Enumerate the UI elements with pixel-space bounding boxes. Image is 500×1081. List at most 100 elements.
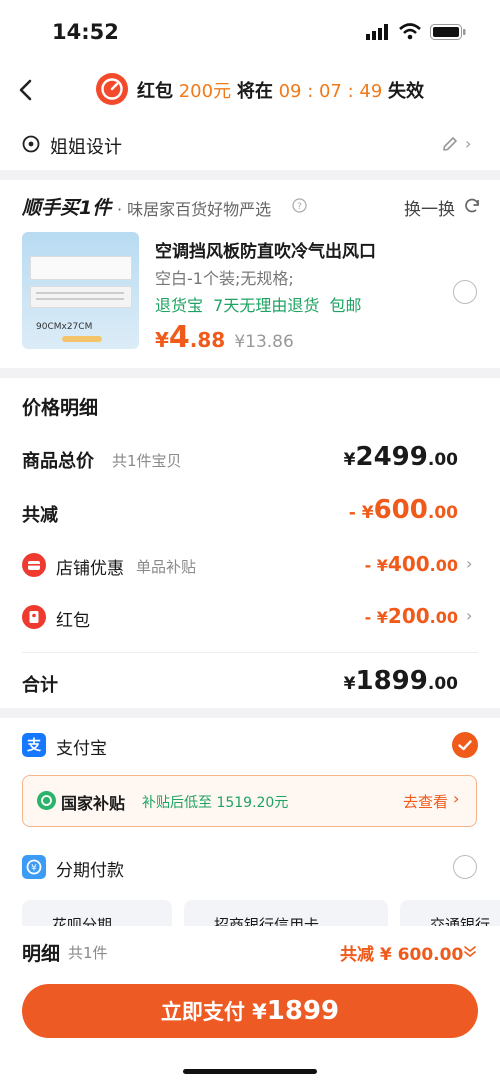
installment-radio[interactable] <box>453 855 477 879</box>
header: 红包 200元 将在 09 : 07 : 49 失效 <box>0 62 500 122</box>
promo-brand: 顺手买1件 <box>22 197 112 219</box>
address-name: 姐姐设计 <box>50 137 122 158</box>
sum-price: ¥1899.00 <box>344 666 458 696</box>
back-icon[interactable] <box>17 78 35 102</box>
total-int: 2499 <box>355 442 428 472</box>
redpacket-prefix: - ¥ <box>364 608 388 627</box>
svg-text:¥: ¥ <box>31 864 37 874</box>
redpacket-label: 红包 <box>56 611 90 631</box>
installment-option[interactable]: ¥ 分期付款 <box>0 850 500 886</box>
price-symbol: ¥ <box>155 328 169 352</box>
location-icon <box>22 135 40 153</box>
subsidy-text: 补贴后低至 1519.20元 <box>142 795 289 811</box>
redpacket-icon <box>22 605 46 629</box>
discount-int: 600 <box>373 495 428 525</box>
product-price: ¥4.88 ¥13.86 <box>155 320 294 355</box>
product-service: 退货宝 7天无理由退货 包邮 <box>155 296 362 315</box>
store-note: 单品补贴 <box>136 558 197 576</box>
subsidy-icon <box>37 791 56 810</box>
pay-prefix: 立即支付 ¥ <box>160 1000 267 1024</box>
total-note: 共1件宝贝 <box>112 452 182 470</box>
discount-prefix: - ¥ <box>348 503 374 523</box>
sum-dec: .00 <box>427 674 458 694</box>
footer-discount[interactable]: 共减 ¥ 600.00 <box>340 940 463 965</box>
price-int: 4 <box>168 320 190 355</box>
total-dec: .00 <box>427 450 458 470</box>
price-detail-title: 价格明细 <box>22 397 99 419</box>
refresh-icon[interactable] <box>463 197 481 215</box>
subsidy-link[interactable]: 去查看 <box>403 791 448 812</box>
timer-icon <box>95 72 129 106</box>
discount-dec: .00 <box>427 503 458 523</box>
store-dec: .00 <box>429 556 458 575</box>
countdown-banner: 红包 200元 将在 09 : 07 : 49 失效 <box>137 77 424 103</box>
status-time: 14:52 <box>52 20 119 44</box>
banner-countdown: 09 : 07 : 49 <box>278 81 383 102</box>
product-title[interactable]: 空调挡风板防直吹冷气出风口 <box>155 237 376 262</box>
svg-text:支: 支 <box>26 737 42 754</box>
store-label: 店铺优惠 <box>56 559 124 579</box>
status-bar: 14:52 <box>0 0 500 62</box>
divider <box>22 652 478 653</box>
subsidy-label: 国家补贴 <box>61 794 126 813</box>
battery-icon <box>430 24 466 40</box>
store-discount-row[interactable]: 店铺优惠 单品补贴 - ¥400.00 › <box>0 548 500 584</box>
chevron-right-icon: › <box>465 134 472 153</box>
installment-chip[interactable]: 花呗分期 <box>22 900 172 926</box>
pay-button[interactable]: 立即支付 ¥1899 <box>22 984 478 1038</box>
promo-subtitle: · 味居家百货好物严选 <box>117 200 272 219</box>
alipay-option[interactable]: 支 支付宝 <box>0 728 500 764</box>
home-indicator <box>183 1069 317 1074</box>
installment-icon: ¥ <box>22 855 46 879</box>
chevron-right-icon: › <box>466 606 473 625</box>
discount-total: - ¥600.00 <box>349 495 458 525</box>
edit-icon[interactable] <box>441 135 459 153</box>
banner-prefix: 红包 <box>137 81 173 102</box>
sum-int: 1899 <box>355 666 428 696</box>
pay-amount: 1899 <box>266 996 340 1026</box>
product-image[interactable]: 90CMx27CM <box>22 232 139 349</box>
product-image-label: 90CMx27CM <box>36 322 93 332</box>
sum-symbol: ¥ <box>343 674 356 694</box>
alipay-label: 支付宝 <box>56 739 107 759</box>
promo-card: 顺手买1件 · 味居家百货好物严选 ? 换一换 90CMx27CM 空调挡风板防… <box>0 180 500 368</box>
store-discount-value: - ¥400.00 <box>365 552 458 576</box>
installment-label: 分期付款 <box>56 861 124 881</box>
store-icon <box>22 553 46 577</box>
alipay-icon: 支 <box>22 733 46 757</box>
banner-suffix: 失效 <box>388 81 425 102</box>
redpacket-dec: .00 <box>429 608 458 627</box>
promo-select-radio[interactable] <box>453 280 477 304</box>
subsidy-banner[interactable]: 国家补贴 补贴后低至 1519.20元 去查看 › <box>22 775 477 827</box>
switch-button[interactable]: 换一换 <box>404 195 455 220</box>
redpacket-row[interactable]: 红包 - ¥200.00 › <box>0 600 500 636</box>
store-int: 400 <box>387 552 430 576</box>
price-dec: .88 <box>189 328 226 352</box>
help-icon[interactable]: ? <box>292 198 307 213</box>
price-detail-card: 价格明细 商品总价 共1件宝贝 ¥2499.00 共减 - ¥600.00 店铺… <box>0 378 500 708</box>
installment-chip[interactable]: 招商银行信用卡 <box>184 900 388 926</box>
chevron-right-icon: › <box>453 789 460 808</box>
banner-middle: 将在 <box>236 81 273 102</box>
signal-icon <box>366 24 390 40</box>
footer: 明细 共1件 共减 ¥ 600.00 立即支付 ¥1899 <box>0 926 500 1081</box>
banner-amount: 200元 <box>178 81 232 102</box>
wifi-icon <box>399 23 421 40</box>
svg-text:?: ? <box>297 202 302 212</box>
installment-chip[interactable]: 交通银行 <box>400 900 500 926</box>
total-price: ¥2499.00 <box>344 442 458 472</box>
chip-label: 交通银行 <box>430 916 491 926</box>
chip-label: 花呗分期 <box>52 916 113 926</box>
sum-label: 合计 <box>22 675 58 696</box>
redpacket-int: 200 <box>387 604 430 628</box>
store-prefix: - ¥ <box>364 556 388 575</box>
detail-label[interactable]: 明细 <box>22 939 60 966</box>
discount-label: 共减 <box>22 505 58 526</box>
chevron-right-icon: › <box>466 554 473 573</box>
check-icon[interactable] <box>452 732 478 758</box>
redpacket-value: - ¥200.00 <box>365 604 458 628</box>
total-symbol: ¥ <box>343 450 356 470</box>
address-row[interactable]: 姐姐设计 › <box>0 122 500 170</box>
chevron-down-icon[interactable] <box>463 944 477 958</box>
total-label: 商品总价 <box>22 451 94 472</box>
